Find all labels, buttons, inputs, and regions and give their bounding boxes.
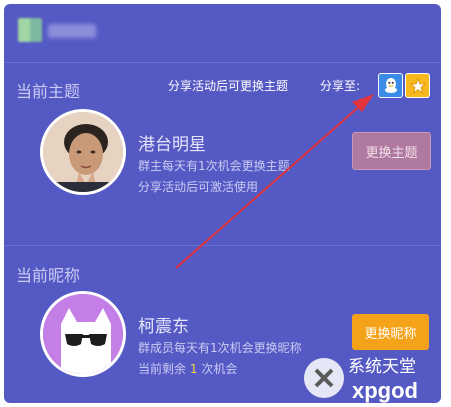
theme-desc-line2: 分享活动后可激活使用 [138, 180, 259, 194]
section-divider [4, 245, 441, 246]
remaining-suffix: 次机会 [201, 362, 238, 376]
qq-penguin-icon [384, 78, 397, 93]
watermark-cn: 系统天堂 [348, 357, 416, 376]
share-to-label: 分享至: [320, 79, 361, 93]
star-icon [409, 77, 426, 94]
divider [4, 62, 441, 63]
user-avatar-blurred [18, 18, 42, 42]
theme-avatar [40, 109, 126, 195]
username-blurred [48, 24, 96, 38]
nickname-desc-line1: 群成员每天有1次机会更换昵称 [138, 341, 302, 355]
remaining-chances: 当前剩余 1 次机会 [138, 360, 237, 377]
nickname-avatar [40, 291, 126, 377]
share-hint: 分享活动后可更换主题 [168, 79, 289, 93]
change-theme-button[interactable]: 更换主题 [352, 132, 431, 170]
share-favorite-button[interactable] [405, 73, 430, 98]
section-title-nickname: 当前昵称 [16, 268, 81, 285]
remaining-count: 1 [189, 362, 198, 376]
remaining-prefix: 当前剩余 [138, 362, 187, 376]
theme-desc-line1: 群主每天有1次机会更换主题 [138, 159, 290, 173]
user-header [4, 4, 441, 62]
watermark-en: xpgod [352, 378, 418, 403]
watermark-icon: 系统天堂 xpgod [304, 357, 418, 403]
change-nickname-button[interactable]: 更换昵称 [352, 314, 429, 350]
watermark-logo: 系统天堂 xpgod [302, 350, 451, 403]
theme-name: 港台明星 [138, 135, 206, 154]
nickname-text: 柯震东 [138, 317, 189, 336]
share-qq-button[interactable] [378, 73, 403, 98]
section-title-theme: 当前主题 [16, 84, 81, 101]
